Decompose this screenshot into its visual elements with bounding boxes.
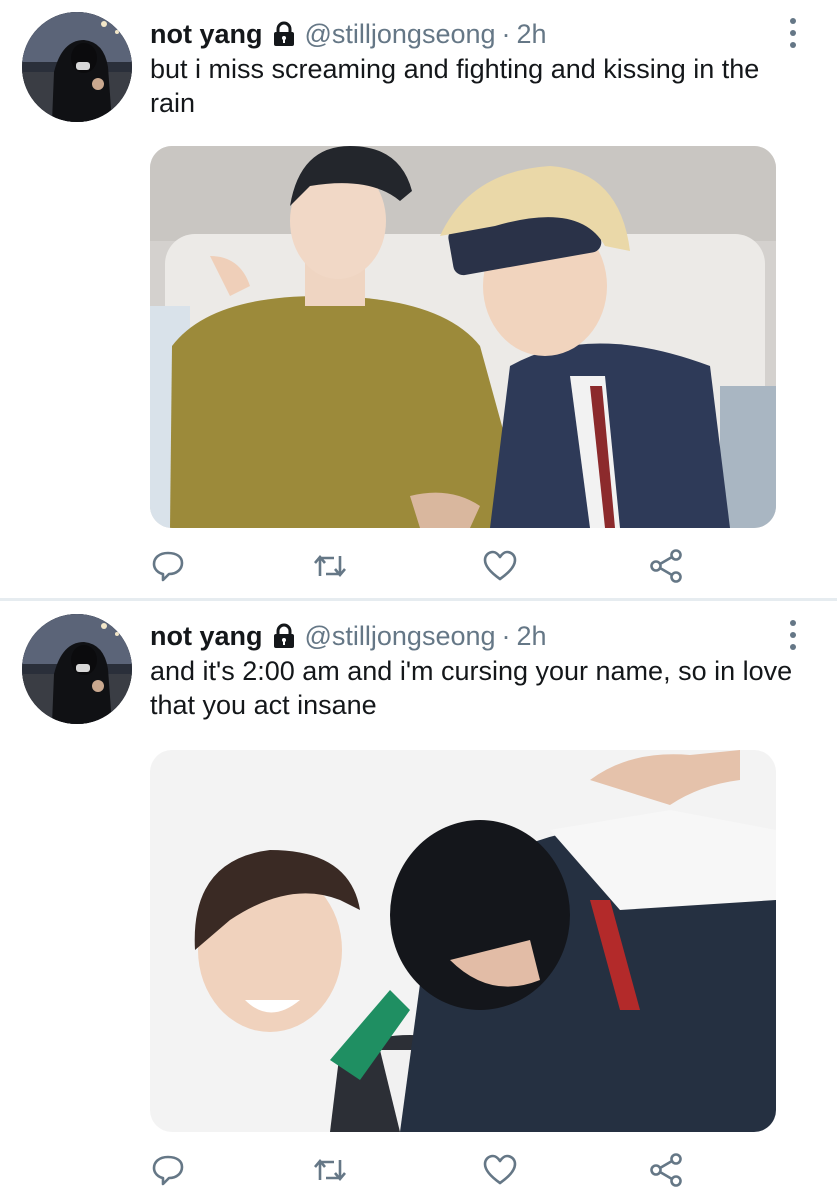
avatar[interactable]	[22, 12, 132, 122]
display-name[interactable]: not yang	[150, 621, 263, 652]
reply-icon[interactable]	[150, 548, 186, 584]
handle[interactable]: @stilljongseong	[305, 19, 496, 50]
retweet-icon[interactable]	[312, 1152, 348, 1188]
tweet[interactable]: not yang @stilljongseong · 2h and it's 2…	[0, 602, 837, 1200]
tweet-text: but i miss screaming and fighting and ki…	[150, 54, 760, 118]
tweet-media-photo[interactable]	[150, 750, 776, 1132]
tweet-media-photo[interactable]	[150, 146, 776, 528]
separator: ·	[501, 620, 511, 651]
like-icon[interactable]	[482, 548, 518, 584]
retweet-icon[interactable]	[312, 548, 348, 584]
more-vertical-icon[interactable]	[784, 618, 802, 652]
tweet-divider	[0, 598, 837, 601]
tweet[interactable]: not yang @stilljongseong · 2h but i miss…	[0, 0, 837, 598]
share-icon[interactable]	[648, 548, 684, 584]
handle[interactable]: @stilljongseong	[305, 621, 496, 652]
timestamp[interactable]: 2h	[517, 19, 547, 50]
lock-icon	[273, 21, 294, 46]
tweet-actions	[150, 1152, 710, 1188]
timestamp[interactable]: 2h	[517, 621, 547, 652]
tweet-text: and it's 2:00 am and i'm cursing your na…	[150, 656, 793, 720]
lock-icon	[273, 623, 294, 648]
avatar[interactable]	[22, 614, 132, 724]
like-icon[interactable]	[482, 1152, 518, 1188]
more-vertical-icon[interactable]	[784, 16, 802, 50]
tweet-actions	[150, 548, 710, 584]
share-icon[interactable]	[648, 1152, 684, 1188]
separator: ·	[501, 18, 511, 49]
reply-icon[interactable]	[150, 1152, 186, 1188]
display-name[interactable]: not yang	[150, 19, 263, 50]
